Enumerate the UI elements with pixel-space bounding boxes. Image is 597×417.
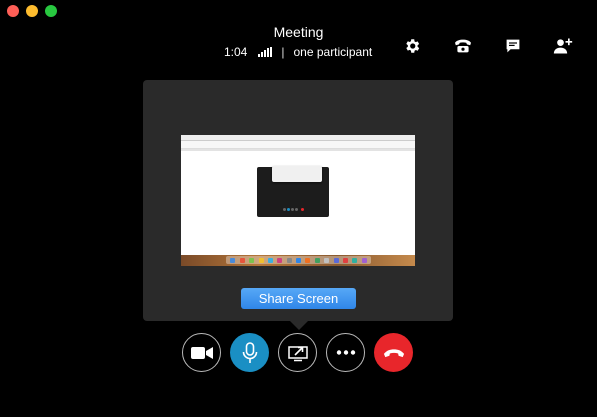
hang-up-icon — [383, 348, 404, 357]
window-controls — [7, 5, 57, 17]
call-duration: 1:04 — [224, 45, 248, 59]
panel-pointer — [289, 320, 309, 330]
dial-pad-button[interactable] — [453, 37, 473, 55]
add-participant-button[interactable] — [553, 37, 573, 55]
signal-strength-icon — [258, 47, 273, 57]
ellipsis-icon — [336, 350, 355, 355]
phone-icon — [455, 39, 471, 53]
status-separator: | — [281, 45, 285, 59]
share-screen-action-button[interactable]: Share Screen — [241, 288, 356, 309]
settings-button[interactable] — [402, 37, 422, 55]
mic-button[interactable] — [230, 333, 269, 372]
chat-button[interactable] — [503, 37, 523, 55]
maximize-window-button[interactable] — [45, 5, 57, 17]
camera-icon — [190, 346, 213, 359]
microphone-icon — [242, 341, 257, 363]
call-status: 1:04 | one participant — [224, 45, 372, 59]
add-person-icon — [553, 38, 573, 54]
more-button[interactable] — [326, 333, 365, 372]
participant-count: one participant — [293, 45, 373, 59]
minimize-window-button[interactable] — [26, 5, 38, 17]
gear-icon — [406, 39, 420, 53]
end-call-button[interactable] — [374, 333, 413, 372]
close-window-button[interactable] — [7, 5, 19, 17]
share-screen-panel: Share Screen — [143, 80, 453, 321]
screen-share-icon — [287, 345, 308, 361]
screen-preview — [181, 135, 415, 266]
share-screen-button[interactable] — [278, 333, 317, 372]
video-button[interactable] — [182, 333, 221, 372]
chat-icon — [506, 39, 520, 53]
